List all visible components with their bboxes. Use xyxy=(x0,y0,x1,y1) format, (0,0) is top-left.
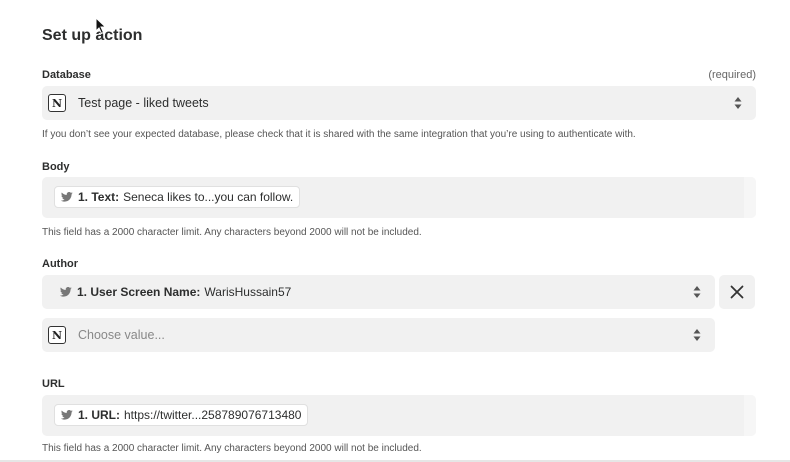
url-label: URL xyxy=(42,378,65,390)
body-pill-key: 1. Text: xyxy=(78,190,120,204)
author-label: Author xyxy=(42,258,79,270)
database-help-text: If you don’t see your expected database,… xyxy=(42,129,636,140)
author-pill-value: WarisHussain57 xyxy=(204,285,292,299)
notion-icon: N xyxy=(48,326,66,344)
body-mapped-value-pill[interactable]: 1. Text: Seneca likes to...you can follo… xyxy=(54,186,301,208)
url-pill-value: https://twitter...258789076713480 xyxy=(124,408,302,422)
twitter-bird-icon xyxy=(60,287,72,297)
url-pill-key: 1. URL: xyxy=(78,408,120,422)
setup-action-panel: Set up action Database (required) N Test… xyxy=(0,0,790,462)
required-indicator: (required) xyxy=(708,69,756,81)
page-title: Set up action xyxy=(42,27,143,44)
chevron-up-down-icon xyxy=(693,286,701,298)
url-field[interactable]: 1. URL: https://twitter...25878907671348… xyxy=(42,395,756,436)
close-icon xyxy=(730,285,744,299)
chevron-up-down-icon xyxy=(693,329,701,341)
choose-value-placeholder: Choose value... xyxy=(78,328,165,342)
mouse-pointer-icon xyxy=(95,17,107,35)
database-select[interactable]: N Test page - liked tweets xyxy=(42,86,756,120)
author-pill-key: 1. User Screen Name: xyxy=(77,285,201,299)
twitter-bird-icon xyxy=(61,410,73,420)
author-choose-value-select[interactable]: N Choose value... xyxy=(42,318,715,352)
body-label: Body xyxy=(42,161,70,173)
database-label: Database xyxy=(42,69,91,81)
body-field[interactable]: 1. Text: Seneca likes to...you can follo… xyxy=(42,177,756,218)
author-select[interactable]: 1. User Screen Name: WarisHussain57 xyxy=(42,275,715,309)
field-scrollbar xyxy=(744,177,756,218)
url-mapped-value-pill[interactable]: 1. URL: https://twitter...25878907671348… xyxy=(54,404,309,426)
chevron-up-down-icon xyxy=(734,97,742,109)
notion-icon: N xyxy=(48,94,66,112)
author-mapped-value: 1. User Screen Name: WarisHussain57 xyxy=(60,285,291,299)
body-help-text: This field has a 2000 character limit. A… xyxy=(42,227,422,238)
url-help-text: This field has a 2000 character limit. A… xyxy=(42,443,422,454)
body-pill-value: Seneca likes to...you can follow. xyxy=(123,190,294,204)
database-select-value: Test page - liked tweets xyxy=(78,96,209,110)
remove-author-button[interactable] xyxy=(719,275,755,309)
field-scrollbar xyxy=(744,395,756,436)
twitter-bird-icon xyxy=(61,192,73,202)
